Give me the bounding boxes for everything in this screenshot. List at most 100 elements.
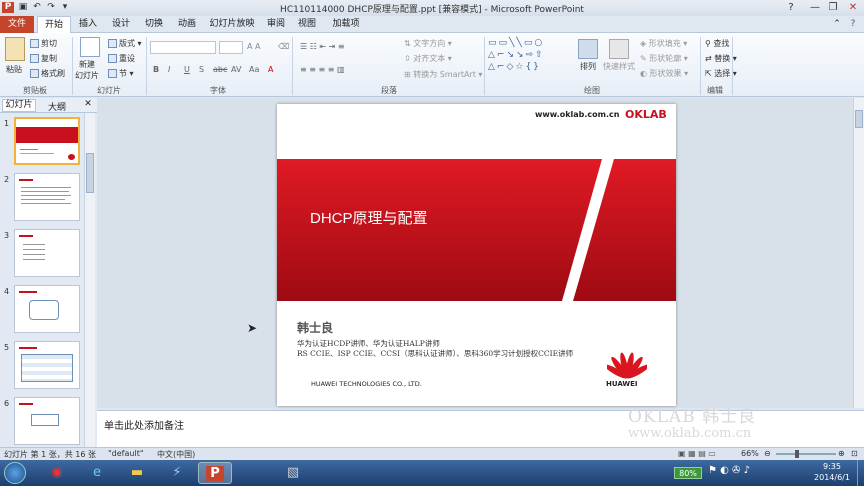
arrange-button[interactable]: 排列	[580, 61, 596, 72]
status-theme[interactable]: "default"	[108, 449, 144, 458]
group-separator	[484, 37, 485, 95]
close-button[interactable]: ✕	[842, 0, 864, 15]
format-painter-button[interactable]: 格式刷	[30, 68, 65, 79]
font-color-button[interactable]: A	[268, 65, 273, 74]
convert-smartart-button[interactable]: ⊞ 转换为 SmartArt ▾	[404, 69, 482, 80]
italic-button[interactable]: I	[168, 65, 170, 74]
replace-icon: ⇄	[705, 54, 715, 63]
clock-time[interactable]: 9:35	[814, 462, 850, 471]
battery-indicator[interactable]: 80%	[674, 467, 702, 479]
maximize-button[interactable]: ❐	[822, 0, 844, 15]
clock-date[interactable]: 2014/6/1	[810, 473, 854, 482]
utility-taskbar-icon[interactable]: ▧	[276, 462, 310, 484]
start-button[interactable]	[4, 462, 26, 484]
slide-thumbnail[interactable]	[14, 173, 80, 221]
shape-effects-button[interactable]: ◐ 形状效果 ▾	[640, 68, 688, 79]
tab-design[interactable]: 设计	[106, 16, 136, 33]
shadow-button[interactable]: S	[199, 65, 204, 74]
text-direction-button[interactable]: ⇅ 文字方向 ▾	[404, 38, 452, 49]
zoom-in-icon[interactable]: ⊕	[838, 449, 845, 458]
slide-thumbnail[interactable]	[14, 341, 80, 389]
copy-button[interactable]: 复制	[30, 53, 57, 64]
scrollbar-thumb[interactable]	[855, 110, 863, 128]
arrange-icon[interactable]	[578, 39, 598, 59]
zoom-out-icon[interactable]: ⊖	[764, 449, 771, 458]
tab-slides[interactable]: 幻灯片	[2, 99, 36, 112]
thumbnail-number: 1	[4, 119, 10, 128]
bullets-button[interactable]: ☰ ☷ ⇤ ⇥ ≡	[300, 42, 345, 51]
tab-insert[interactable]: 插入	[73, 16, 103, 33]
internet-explorer-icon[interactable]: e	[80, 462, 114, 484]
new-slide-icon[interactable]	[80, 37, 100, 57]
thumbnail-number: 3	[4, 231, 10, 240]
font-name-dropdown[interactable]	[150, 41, 216, 54]
layout-button[interactable]: 版式 ▾	[108, 38, 142, 49]
quick-styles-icon[interactable]	[609, 39, 629, 59]
group-label-clipboard: 剪贴板	[23, 86, 47, 95]
explorer-folder-icon[interactable]: ▬	[120, 462, 154, 484]
chrome-icon[interactable]: ◉	[40, 462, 74, 484]
fit-window-icon[interactable]: ⊡	[851, 449, 858, 458]
quick-styles-button[interactable]: 快速样式	[603, 61, 635, 72]
zoom-slider-thumb[interactable]	[795, 450, 799, 458]
align-text-button[interactable]: ⇳ 对齐文本 ▾	[404, 53, 452, 64]
align-text-icon: ⇳	[404, 54, 414, 63]
cut-button[interactable]: 剪切	[30, 38, 57, 49]
slide-company: HUAWEI TECHNOLOGIES CO., LTD.	[311, 380, 422, 388]
slide-scrollbar[interactable]	[853, 98, 864, 408]
tab-transitions[interactable]: 切换	[139, 16, 169, 33]
zoom-slider[interactable]	[776, 453, 836, 455]
zoom-level[interactable]: 66%	[741, 449, 759, 458]
new-slide-label-1[interactable]: 新建	[79, 59, 95, 70]
strikethrough-button[interactable]: abc	[213, 65, 227, 74]
align-buttons[interactable]: ≡ ≡ ≡ ≡ ▥	[300, 65, 345, 74]
tab-file[interactable]: 文件	[0, 16, 34, 33]
change-case-button[interactable]: Aa	[249, 65, 259, 74]
minimize-ribbon-icon[interactable]: ⌃	[830, 16, 844, 33]
help-icon[interactable]: ?	[846, 16, 860, 33]
window-title: HC110114000 DHCP原理与配置.ppt [兼容模式] - Micro…	[280, 5, 584, 15]
slide-thumbnail[interactable]	[14, 285, 80, 333]
font-size-dropdown[interactable]	[219, 41, 243, 54]
show-desktop-button[interactable]	[857, 460, 864, 486]
char-spacing-button[interactable]: AV	[231, 65, 241, 74]
windows-taskbar: ◉ e ▬ ⚡ P ▧ 80% ⚑ ◐ ✇ ♪ 9:35 2014/6/1	[0, 460, 864, 486]
help-button[interactable]: ?	[780, 0, 802, 15]
scrollbar-thumb[interactable]	[86, 153, 94, 193]
tab-review[interactable]: 审阅	[262, 16, 290, 33]
new-slide-label-2[interactable]: 幻灯片	[75, 70, 99, 81]
slide-thumbnail[interactable]	[14, 397, 80, 445]
tab-slideshow[interactable]: 幻灯片放映	[206, 16, 258, 33]
slide-thumbnail[interactable]	[14, 229, 80, 277]
tray-icons[interactable]: ⚑ ◐ ✇ ♪	[708, 465, 750, 476]
paste-label[interactable]: 粘贴	[6, 64, 22, 75]
current-slide[interactable]: www.oklab.com.cn OKLAB DHCP原理与配置 韩士良 华为认…	[277, 104, 676, 406]
font-size-buttons[interactable]: A A	[247, 42, 261, 51]
clear-format-icon[interactable]: ⌫	[278, 42, 289, 51]
paste-icon[interactable]	[5, 37, 25, 61]
view-buttons[interactable]: ▣ ▦ ▤ ▭	[678, 449, 716, 458]
tab-view[interactable]: 视图	[293, 16, 321, 33]
thumbnail-number: 6	[4, 399, 10, 408]
shapes-gallery[interactable]: ▭▭╲╲▭○ △⌐↘↘⇨⇧ △⌐◇☆{}	[488, 37, 570, 77]
shape-outline-button[interactable]: ✎ 形状轮廓 ▾	[640, 53, 688, 64]
status-language[interactable]: 中文(中国)	[157, 449, 195, 460]
reset-button[interactable]: 重设	[108, 53, 135, 64]
close-panel-icon[interactable]: ✕	[82, 99, 94, 109]
smartart-icon: ⊞	[404, 70, 414, 79]
shape-fill-button[interactable]: ◈ 形状填充 ▾	[640, 38, 687, 49]
tab-outline[interactable]: 大纲	[44, 100, 70, 113]
bold-button[interactable]: B	[153, 65, 159, 74]
find-button[interactable]: ⚲ 查找	[705, 38, 729, 49]
network-tool-icon[interactable]: ⚡	[160, 462, 194, 484]
powerpoint-taskbar-icon[interactable]: P	[198, 462, 232, 484]
slide-thumbnail[interactable]	[14, 117, 80, 165]
thumbnails-scrollbar[interactable]	[84, 113, 95, 447]
tab-home[interactable]: 开始	[37, 16, 71, 33]
notes-placeholder[interactable]: 单击此处添加备注	[104, 417, 184, 432]
tab-animations[interactable]: 动画	[172, 16, 202, 33]
tab-addins[interactable]: 加载项	[326, 16, 366, 33]
section-button[interactable]: 节 ▾	[108, 68, 134, 79]
cursor-icon: ⇱	[705, 69, 715, 78]
underline-button[interactable]: U	[184, 65, 190, 74]
